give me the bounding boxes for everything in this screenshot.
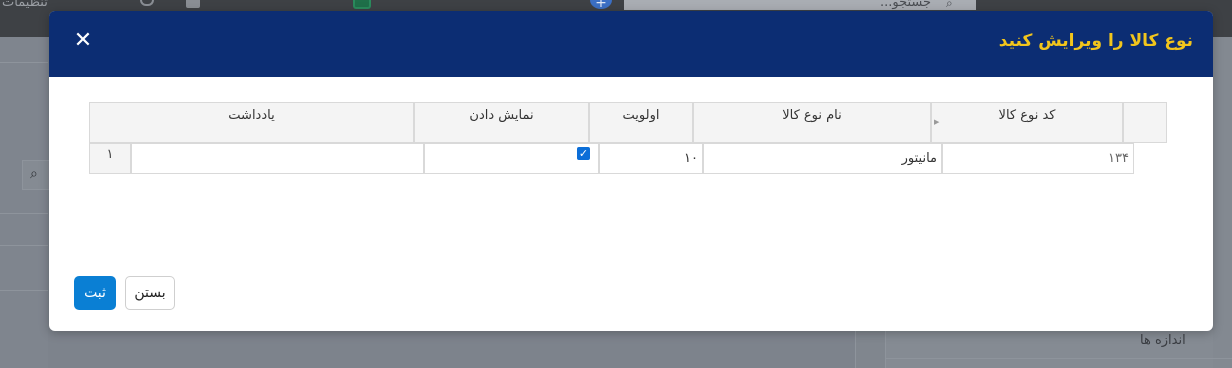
cell-code[interactable]: ۱۳۴ <box>942 143 1134 174</box>
column-header-name-label: نام نوع کالا <box>782 108 842 123</box>
edit-product-type-dialog: نوع کالا را ویرایش کنید ✕ کد نوع کالا ▶ … <box>49 11 1213 331</box>
column-header-display-label: نمایش دادن <box>469 108 534 123</box>
contact-card-icon[interactable] <box>186 0 200 8</box>
display-checkbox[interactable]: ✓ <box>577 147 590 160</box>
cell-name[interactable]: مانیتور <box>703 143 942 174</box>
divider <box>0 62 48 63</box>
cell-priority[interactable]: ۱۰ <box>599 143 703 174</box>
submit-button[interactable]: ثبت <box>74 276 116 310</box>
column-header-note[interactable]: یادداشت <box>89 102 414 143</box>
column-header-name[interactable]: نام نوع کالا <box>693 102 931 143</box>
column-header-priority[interactable]: اولویت <box>589 102 693 143</box>
divider <box>0 290 48 291</box>
sizes-label[interactable]: اندازه ها <box>1140 333 1186 348</box>
cell-display[interactable] <box>424 143 599 174</box>
column-header-priority-label: اولویت <box>622 108 660 123</box>
search-icon[interactable]: ⌕ <box>30 166 38 182</box>
column-header-code[interactable]: کد نوع کالا <box>931 102 1123 143</box>
product-type-grid: کد نوع کالا ▶ نام نوع کالا اولویت نمایش … <box>89 102 1167 174</box>
top-search-placeholder: جستجو... <box>880 0 932 10</box>
grid-header-corner <box>1123 102 1167 143</box>
divider <box>0 245 48 246</box>
background-right-panel <box>1213 37 1232 368</box>
column-header-code-label: کد نوع کالا <box>998 108 1056 123</box>
divider <box>0 213 48 214</box>
settings-menu-item[interactable]: تنظیمات <box>0 0 48 10</box>
dialog-header: نوع کالا را ویرایش کنید ✕ <box>49 11 1213 77</box>
dialog-title: نوع کالا را ویرایش کنید <box>998 31 1193 51</box>
column-header-note-label: یادداشت <box>228 108 275 123</box>
divider <box>885 358 1232 359</box>
cell-note[interactable] <box>131 143 424 174</box>
search-icon[interactable]: ⌕ <box>946 0 953 11</box>
column-header-display[interactable]: نمایش دادن <box>414 102 589 143</box>
background-sidebar <box>0 37 48 368</box>
row-number: ۱ <box>89 143 131 174</box>
close-icon[interactable]: ✕ <box>71 29 95 53</box>
column-resize-arrow-icon[interactable]: ▶ <box>934 118 939 126</box>
add-document-icon[interactable] <box>353 0 371 9</box>
close-button[interactable]: بستن <box>125 276 175 310</box>
